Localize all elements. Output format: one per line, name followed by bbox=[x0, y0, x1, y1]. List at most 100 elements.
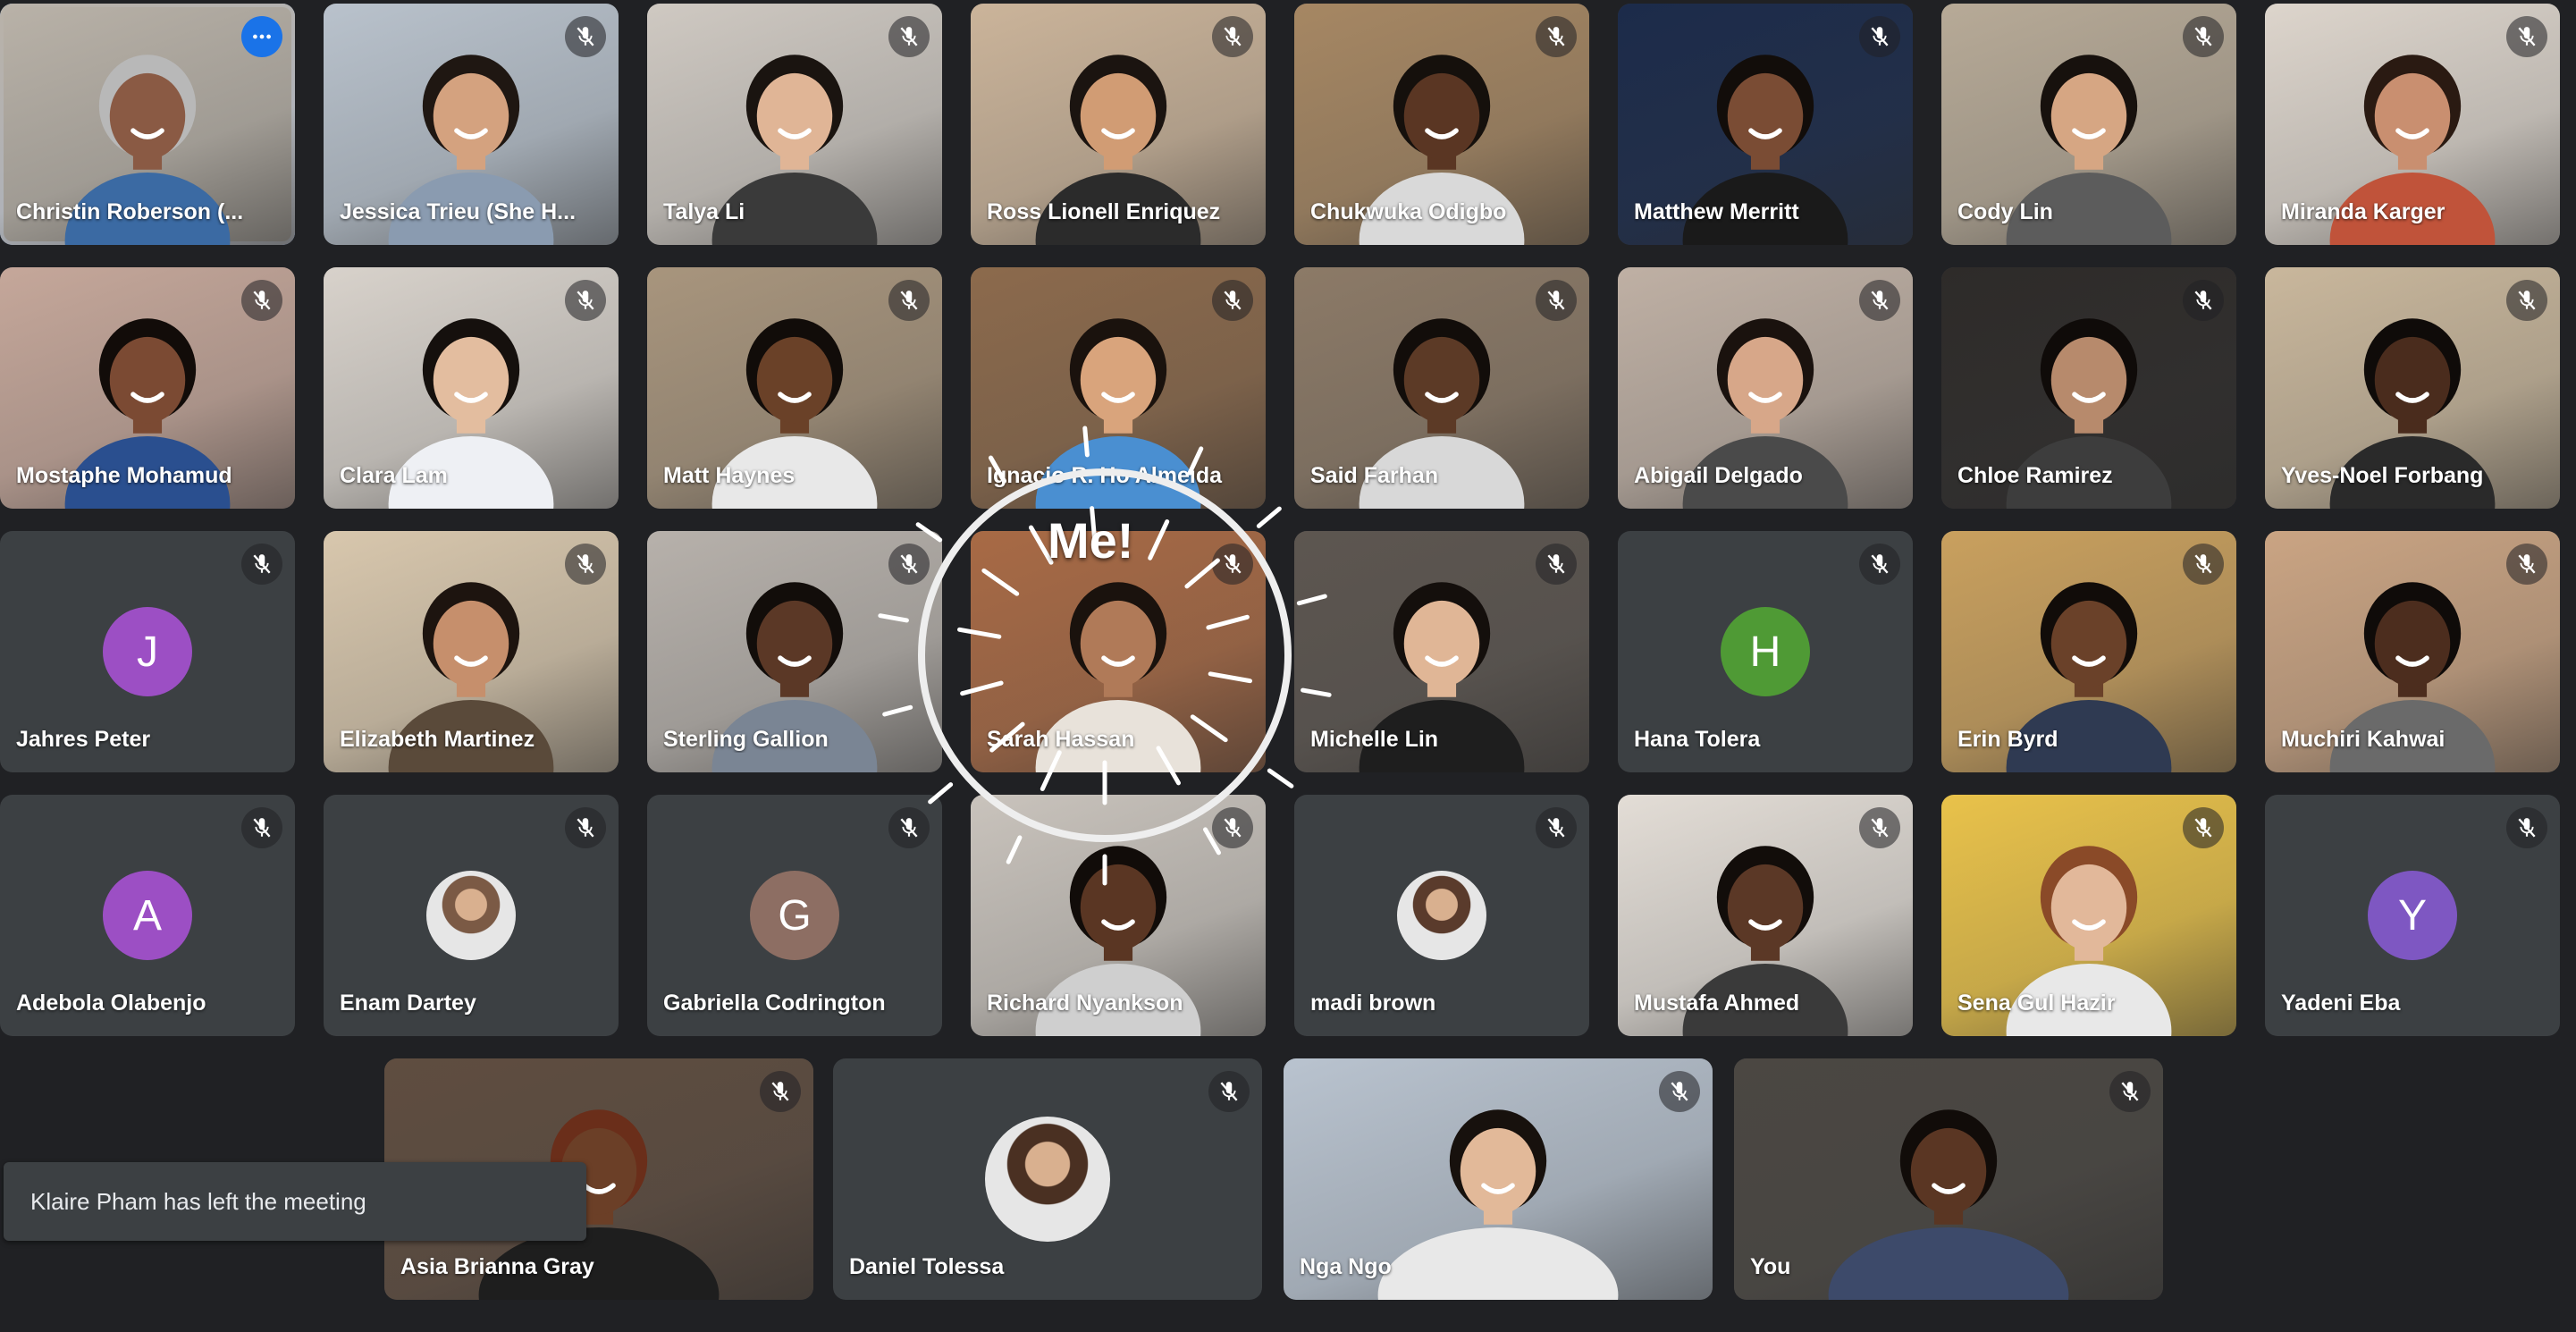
participant-name: Erin Byrd bbox=[1957, 727, 2058, 752]
mic-off-icon bbox=[1212, 16, 1253, 57]
participant-tile-ross-lionell-enriquez[interactable]: Ross Lionell Enriquez bbox=[971, 4, 1266, 245]
participant-photo-avatar bbox=[426, 871, 516, 960]
participant-name: Enam Dartey bbox=[340, 991, 476, 1016]
participant-tile-chloe-ramirez[interactable]: Chloe Ramirez bbox=[1941, 267, 2236, 509]
participant-name: Mustafa Ahmed bbox=[1634, 991, 1800, 1016]
mic-off-icon bbox=[1208, 1071, 1250, 1112]
participant-name: Jahres Peter bbox=[16, 727, 151, 752]
participant-name: Richard Nyankson bbox=[987, 991, 1183, 1016]
participant-tile-chukwuka-odigbo[interactable]: Chukwuka Odigbo bbox=[1294, 4, 1589, 245]
participant-tile-said-farhan[interactable]: Said Farhan bbox=[1294, 267, 1589, 509]
mic-off-icon bbox=[2506, 16, 2547, 57]
participant-tile-yadeni-eba[interactable]: Y Yadeni Eba bbox=[2265, 795, 2560, 1036]
participant-photo-avatar bbox=[1397, 871, 1486, 960]
participant-tile-gabriella-codrington[interactable]: G Gabriella Codrington bbox=[647, 795, 942, 1036]
participant-name: Said Farhan bbox=[1310, 463, 1439, 488]
mic-off-icon bbox=[241, 807, 282, 848]
mic-off-icon bbox=[1212, 544, 1253, 585]
mic-off-icon bbox=[2183, 16, 2224, 57]
mic-off-icon bbox=[2183, 280, 2224, 321]
participant-tile-mostaphe-mohamud[interactable]: Mostaphe Mohamud bbox=[0, 267, 295, 509]
participant-name: Yves-Noel Forbang bbox=[2281, 463, 2484, 488]
leave-notification-text: Klaire Pham has left the meeting bbox=[30, 1187, 366, 1215]
leave-notification: Klaire Pham has left the meeting bbox=[4, 1162, 586, 1241]
participant-tile-clara-lam[interactable]: Clara Lam bbox=[324, 267, 619, 509]
participant-name: Abigail Delgado bbox=[1634, 463, 1803, 488]
participant-tile-madi-brown[interactable]: madi brown bbox=[1294, 795, 1589, 1036]
participant-name: Matt Haynes bbox=[663, 463, 796, 488]
more-options-icon[interactable] bbox=[241, 16, 282, 57]
participant-name: Talya Li bbox=[663, 199, 745, 224]
participant-tile-matt-haynes[interactable]: Matt Haynes bbox=[647, 267, 942, 509]
mic-off-icon bbox=[1859, 544, 1900, 585]
mic-off-icon bbox=[2183, 544, 2224, 585]
participant-tile-jessica-trieu-she-h[interactable]: Jessica Trieu (She H... bbox=[324, 4, 619, 245]
participant-tile-abigail-delgado[interactable]: Abigail Delgado bbox=[1618, 267, 1913, 509]
participant-name: madi brown bbox=[1310, 991, 1436, 1016]
participant-name: Gabriella Codrington bbox=[663, 991, 886, 1016]
mic-off-icon bbox=[2506, 544, 2547, 585]
mic-off-icon bbox=[1536, 16, 1577, 57]
participant-name: Ignacio R. Ho Almeida bbox=[987, 463, 1223, 488]
participant-tile-erin-byrd[interactable]: Erin Byrd bbox=[1941, 531, 2236, 772]
participant-tile-muchiri-kahwai[interactable]: Muchiri Kahwai bbox=[2265, 531, 2560, 772]
participant-tile-christin-roberson[interactable]: Christin Roberson (... bbox=[0, 4, 295, 245]
mic-off-icon bbox=[888, 807, 930, 848]
participant-initial-avatar: G bbox=[750, 871, 839, 960]
participant-tile-talya-li[interactable]: Talya Li bbox=[647, 4, 942, 245]
participant-tile-enam-dartey[interactable]: Enam Dartey bbox=[324, 795, 619, 1036]
participant-tile-richard-nyankson[interactable]: Richard Nyankson bbox=[971, 795, 1266, 1036]
participant-name: Chloe Ramirez bbox=[1957, 463, 2113, 488]
participant-tile-ignacio-r-ho-almeida[interactable]: Ignacio R. Ho Almeida bbox=[971, 267, 1266, 509]
me-label: Me! bbox=[1048, 512, 1134, 569]
participant-name: You bbox=[1750, 1254, 1791, 1279]
participant-tile-sena-gul-hazir[interactable]: Sena Gul Hazir bbox=[1941, 795, 2236, 1036]
participant-name: Asia Brianna Gray bbox=[400, 1254, 594, 1279]
mic-off-icon bbox=[565, 807, 606, 848]
participant-tile-sterling-gallion[interactable]: Sterling Gallion bbox=[647, 531, 942, 772]
participant-name: Muchiri Kahwai bbox=[2281, 727, 2446, 752]
mic-off-icon bbox=[2506, 280, 2547, 321]
participant-tile-adebola-olabenjo[interactable]: A Adebola Olabenjo bbox=[0, 795, 295, 1036]
participant-photo-avatar bbox=[985, 1117, 1110, 1242]
participant-tile-michelle-lin[interactable]: Michelle Lin bbox=[1294, 531, 1589, 772]
participant-initial-avatar: H bbox=[1721, 607, 1810, 696]
participant-tile-yves-noel-forbang[interactable]: Yves-Noel Forbang bbox=[2265, 267, 2560, 509]
participant-tile-mustafa-ahmed[interactable]: Mustafa Ahmed bbox=[1618, 795, 1913, 1036]
mic-off-icon bbox=[1536, 544, 1577, 585]
participant-name: Sterling Gallion bbox=[663, 727, 829, 752]
mic-off-icon bbox=[1536, 807, 1577, 848]
participant-tile-jahres-peter[interactable]: J Jahres Peter bbox=[0, 531, 295, 772]
participant-name: Yadeni Eba bbox=[2281, 991, 2401, 1016]
participant-name: Sarah Hassan bbox=[987, 727, 1135, 752]
participant-tile-nga-ngo[interactable]: Nga Ngo bbox=[1284, 1058, 1713, 1300]
mic-off-icon bbox=[888, 280, 930, 321]
mic-off-icon bbox=[2183, 807, 2224, 848]
participant-name: Clara Lam bbox=[340, 463, 448, 488]
mic-off-icon bbox=[241, 280, 282, 321]
participant-tile-hana-tolera[interactable]: H Hana Tolera bbox=[1618, 531, 1913, 772]
participant-tile-matthew-merritt[interactable]: Matthew Merritt bbox=[1618, 4, 1913, 245]
participant-tile-elizabeth-martinez[interactable]: Elizabeth Martinez bbox=[324, 531, 619, 772]
participant-name: Jessica Trieu (She H... bbox=[340, 199, 577, 224]
participant-tile-daniel-tolessa[interactable]: Daniel Tolessa bbox=[833, 1058, 1262, 1300]
mic-off-icon bbox=[1859, 807, 1900, 848]
participant-name: Mostaphe Mohamud bbox=[16, 463, 232, 488]
mic-off-icon bbox=[760, 1071, 801, 1112]
mic-off-icon bbox=[1212, 807, 1253, 848]
participant-name: Adebola Olabenjo bbox=[16, 991, 206, 1016]
mic-off-icon bbox=[2109, 1071, 2151, 1112]
mic-off-icon bbox=[565, 544, 606, 585]
mic-off-icon bbox=[1659, 1071, 1700, 1112]
participant-tile-miranda-karger[interactable]: Miranda Karger bbox=[2265, 4, 2560, 245]
participant-name: Christin Roberson (... bbox=[16, 199, 244, 224]
participant-name: Miranda Karger bbox=[2281, 199, 2446, 224]
participant-tile-cody-lin[interactable]: Cody Lin bbox=[1941, 4, 2236, 245]
mic-off-icon bbox=[1859, 16, 1900, 57]
participant-tile-you[interactable]: You bbox=[1734, 1058, 2163, 1300]
participant-name: Cody Lin bbox=[1957, 199, 2053, 224]
meeting-grid: Christin Roberson (... Jessica Trieu (She… bbox=[0, 0, 2576, 1332]
mic-off-icon bbox=[888, 16, 930, 57]
participant-name: Matthew Merritt bbox=[1634, 199, 1799, 224]
participant-initial-avatar: Y bbox=[2368, 871, 2457, 960]
